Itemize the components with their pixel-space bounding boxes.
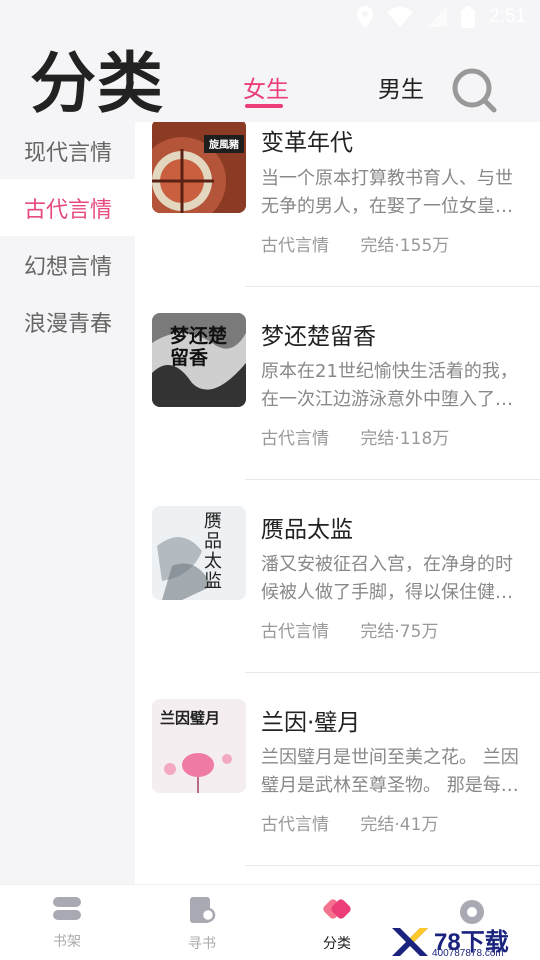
book-cover: 梦还楚留香: [152, 313, 246, 407]
status-time: 2:51: [489, 6, 526, 27]
status-icons: 2:51: [357, 6, 526, 28]
book-list: 旋風豬 变革年代 当一个原本打算教书育人、与世无争的男人，在娶了一位女皇… 古代…: [135, 122, 540, 884]
book-cover-text: 赝品太监: [204, 511, 222, 592]
watermark-logo: 78下载 400787878.com: [388, 924, 540, 960]
location-icon: [357, 6, 374, 28]
book-cover: 赝品太监: [152, 506, 246, 600]
find-book-icon: [190, 897, 216, 923]
book-meta: 古代言情 完结·155万: [261, 231, 449, 256]
book-description: 当一个原本打算教书育人、与世无争的男人，在娶了一位女皇…: [261, 168, 513, 217]
book-cover-text: 旋風豬: [209, 140, 239, 151]
book-category: 古代言情: [261, 236, 329, 256]
book-title: 兰因·璧月: [261, 710, 361, 736]
category-icon: [323, 899, 351, 919]
nav-label: 分类: [323, 936, 351, 952]
profile-icon: [460, 900, 484, 924]
book-title: 变革年代: [261, 130, 353, 156]
book-description: 兰因璧月是世间至美之花。 兰因璧月是武林至尊圣物。 那是每…: [261, 747, 519, 796]
list-divider: [245, 865, 540, 866]
book-meta: 古代言情 完结·75万: [261, 617, 438, 642]
tab-male[interactable]: 男生: [378, 70, 424, 104]
book-title: 梦还楚留香: [261, 324, 376, 350]
status-bar: 2:51: [0, 0, 540, 36]
book-status: 完结·155万: [360, 236, 450, 256]
sidebar-item-youth-romance[interactable]: 浪漫青春: [0, 293, 135, 350]
book-cover-art: [152, 506, 246, 600]
book-status: 完结·75万: [360, 622, 439, 642]
sidebar-item-modern-romance[interactable]: 现代言情: [0, 122, 135, 179]
book-category: 古代言情: [261, 815, 329, 835]
book-meta: 古代言情 完结·118万: [261, 424, 449, 449]
book-status: 完结·41万: [360, 815, 439, 835]
tab-active-indicator: [245, 104, 283, 108]
book-cover: 兰因璧月: [152, 699, 246, 793]
list-divider: [245, 286, 540, 287]
book-cover-text: 梦还楚留香: [170, 325, 228, 369]
book-description: 潘又安被征召入宫，在净身的时候被人做了手脚，得以保住健…: [261, 554, 513, 603]
list-item[interactable]: 兰因璧月 兰因·璧月 兰因璧月是世间至美之花。 兰因璧月是武林至尊圣物。 那是每…: [135, 674, 540, 867]
battery-icon: [461, 6, 476, 28]
list-divider: [245, 479, 540, 480]
book-description: 原本在21世纪愉快生活着的我，在一次江边游泳意外中堕入了…: [261, 361, 518, 410]
list-item[interactable]: 梦还楚留香 梦还楚留香 原本在21世纪愉快生活着的我，在一次江边游泳意外中堕入了…: [135, 288, 540, 481]
category-sidebar: 现代言情 古代言情 幻想言情 浪漫青春: [0, 122, 135, 884]
list-item[interactable]: 赝品太监 赝品太监 潘又安被征召入宫，在净身的时候被人做了手脚，得以保住健… 古…: [135, 481, 540, 674]
page-title: 分类: [30, 45, 164, 122]
book-cover: 旋風豬: [152, 122, 246, 213]
search-icon: [452, 68, 497, 113]
book-status: 完结·118万: [360, 429, 450, 449]
book-category: 古代言情: [261, 622, 329, 642]
watermark-url: 400787878.com: [432, 948, 504, 959]
signal-icon: [427, 7, 448, 27]
book-category: 古代言情: [261, 429, 329, 449]
bookshelf-icon: [53, 897, 81, 920]
nav-find-book[interactable]: 寻书: [167, 895, 237, 953]
nav-label: 寻书: [188, 936, 216, 952]
sidebar-item-ancient-romance[interactable]: 古代言情: [0, 179, 135, 236]
nav-category[interactable]: 分类: [302, 895, 372, 953]
book-cover-text: 兰因璧月: [160, 709, 221, 727]
nav-label: 书架: [53, 934, 81, 950]
book-meta: 古代言情 完结·41万: [261, 810, 438, 835]
header: 分类 女生 男生: [0, 36, 540, 122]
list-divider: [245, 672, 540, 673]
book-title: 赝品太监: [261, 517, 353, 543]
nav-bookshelf[interactable]: 书架: [32, 895, 102, 951]
search-button[interactable]: [450, 66, 500, 116]
wifi-icon: [387, 7, 414, 27]
tab-female[interactable]: 女生: [243, 70, 289, 104]
list-item[interactable]: 旋風豬 变革年代 当一个原本打算教书育人、与世无争的男人，在娶了一位女皇… 古代…: [135, 122, 540, 288]
sidebar-item-fantasy-romance[interactable]: 幻想言情: [0, 236, 135, 293]
